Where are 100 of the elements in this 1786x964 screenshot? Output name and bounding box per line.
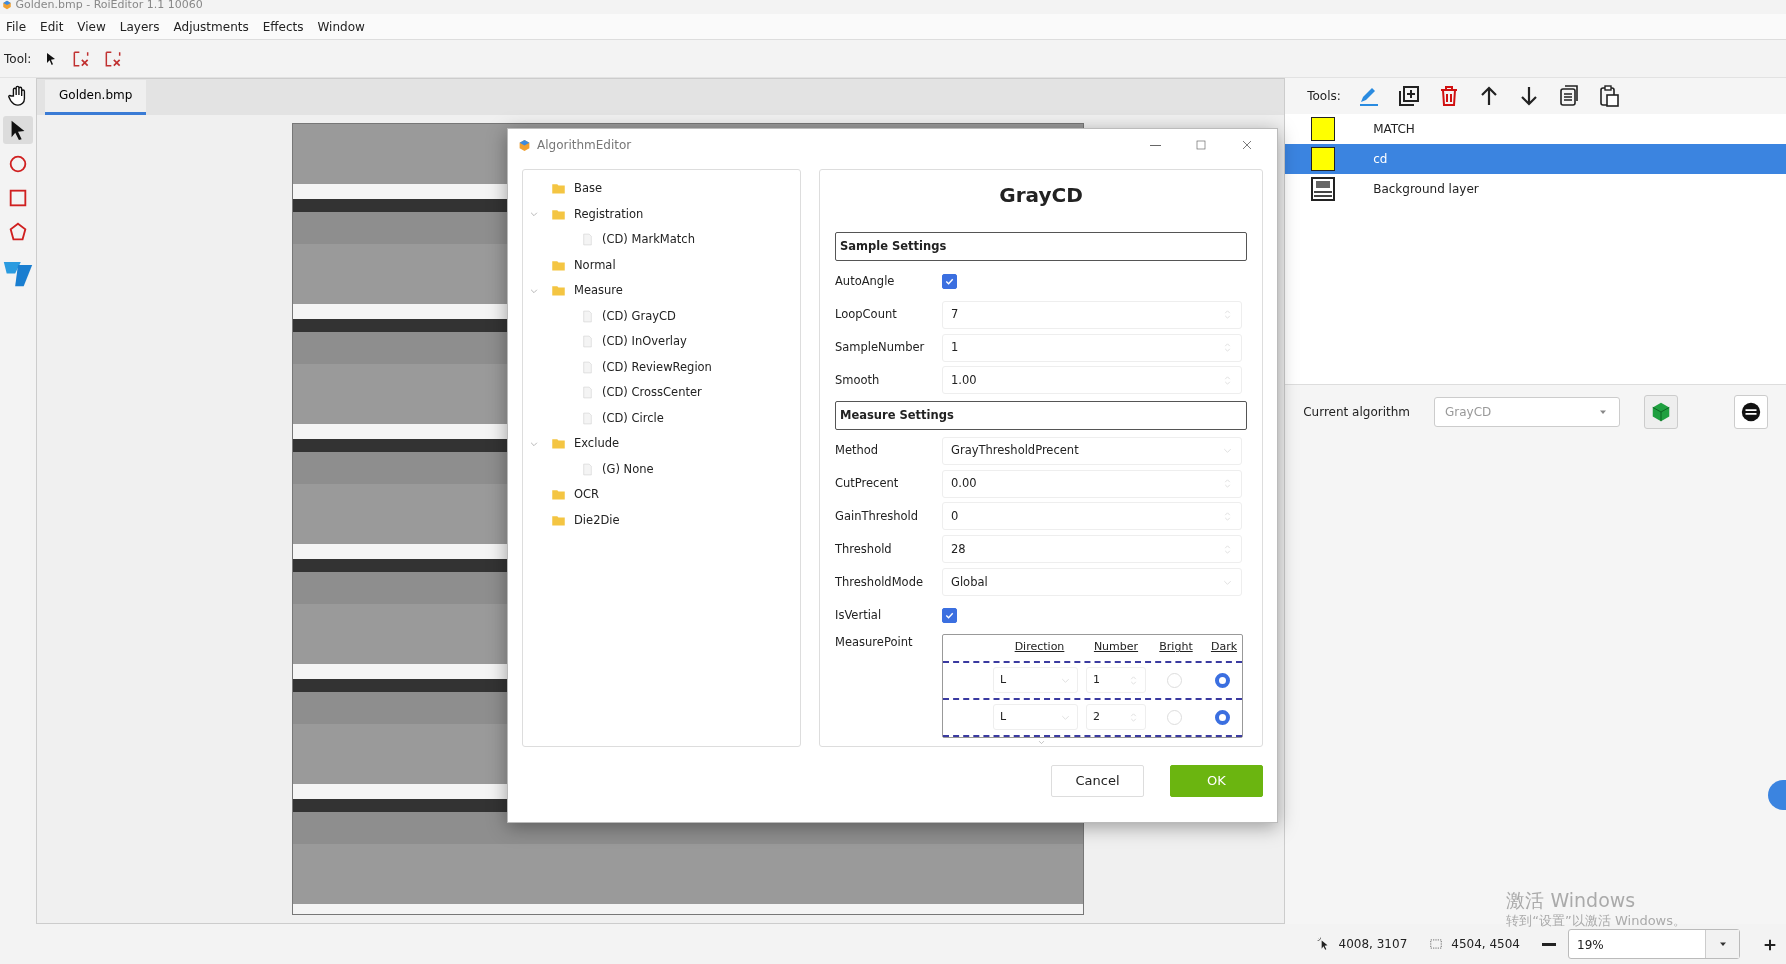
- folder-icon: [551, 181, 566, 197]
- menu-item[interactable]: View: [77, 18, 106, 35]
- layer-row[interactable]: cd: [1285, 144, 1786, 174]
- number-field[interactable]: 0: [942, 502, 1242, 531]
- file-icon: [581, 233, 594, 247]
- dropdown[interactable]: GrayThresholdPrecent: [942, 436, 1242, 465]
- folder-item[interactable]: Base: [523, 176, 800, 202]
- layer-name: Background layer: [1373, 181, 1479, 198]
- number-field[interactable]: 1.00: [942, 366, 1242, 395]
- field-label: AutoAngle: [835, 273, 896, 291]
- column-header: Number: [1092, 639, 1140, 656]
- field-label: Smooth: [835, 371, 881, 389]
- menu-item[interactable]: File: [6, 18, 27, 35]
- layer-row[interactable]: Background layer: [1285, 174, 1786, 204]
- folder-item[interactable]: OCR: [523, 482, 800, 508]
- cube-button[interactable]: [1644, 394, 1678, 429]
- direction-dropdown[interactable]: L: [993, 704, 1078, 731]
- section-header: Measure Settings: [835, 400, 1247, 431]
- field-label: SampleNumber: [835, 338, 926, 356]
- folder-item[interactable]: Die2Die: [523, 507, 800, 533]
- menu-item[interactable]: Adjustments: [173, 18, 249, 35]
- tree-item[interactable]: (CD) ReviewRegion: [523, 354, 800, 380]
- dropdown[interactable]: Global: [942, 568, 1242, 597]
- number-field[interactable]: 1: [942, 333, 1242, 362]
- selection-size: 4504, 4504: [1451, 936, 1520, 953]
- rectangle-icon: [7, 187, 29, 209]
- number-field[interactable]: 28: [942, 535, 1242, 564]
- folder-item[interactable]: Exclude: [523, 431, 800, 457]
- folder-icon: [551, 436, 566, 452]
- column-header: Bright: [1158, 639, 1194, 656]
- file-icon: [581, 360, 594, 374]
- menu-item[interactable]: Effects: [262, 18, 304, 35]
- file-icon: [581, 309, 594, 323]
- folder-item[interactable]: Measure: [523, 278, 800, 304]
- minimize-icon: [1149, 144, 1161, 146]
- folder-icon: [551, 283, 566, 299]
- number-field[interactable]: 1: [1086, 667, 1146, 694]
- direction-dropdown[interactable]: L: [993, 667, 1078, 694]
- check-icon: [944, 276, 955, 288]
- cursor-position: 4008, 3107: [1338, 936, 1408, 953]
- layer-row[interactable]: MATCH: [1285, 114, 1786, 144]
- dark-radio[interactable]: [1214, 672, 1230, 688]
- file-icon: [581, 386, 594, 400]
- number-field[interactable]: 2: [1086, 704, 1146, 731]
- minus-icon: [1542, 942, 1556, 946]
- cube-icon: [1650, 400, 1672, 423]
- file-icon: [581, 462, 594, 476]
- field-label: CutPrecent: [835, 474, 900, 492]
- field-label: LoopCount: [835, 306, 898, 323]
- os-notice-text: 转到“设置”以激活 Windows。: [1506, 913, 1686, 930]
- maximize-icon: [1193, 137, 1209, 153]
- number-field[interactable]: 7: [942, 300, 1242, 329]
- field-label: MeasurePoint: [835, 633, 914, 651]
- menu-item[interactable]: Edit: [40, 18, 64, 35]
- file-icon: [581, 335, 594, 349]
- app-icon: [2, 0, 12, 10]
- polygon-icon: [7, 221, 29, 243]
- tree-item[interactable]: (CD) CrossCenter: [523, 380, 800, 406]
- number-field[interactable]: 0.00: [942, 469, 1242, 498]
- app-icon: [518, 138, 531, 152]
- menu-item[interactable]: Window: [317, 18, 365, 35]
- folder-icon: [551, 487, 566, 503]
- zoom-dropdown[interactable]: 19%: [1568, 929, 1740, 959]
- checkbox[interactable]: [942, 274, 957, 290]
- layer-name: MATCH: [1373, 121, 1415, 138]
- tools-label: Tools:: [1307, 88, 1341, 105]
- current-algorithm-label: Current algorithm: [1303, 403, 1410, 421]
- field-label: Threshold: [835, 540, 893, 558]
- field-label: IsVertial: [835, 606, 883, 624]
- pointer-tool[interactable]: [3, 116, 33, 144]
- zoom-out-button[interactable]: [1542, 942, 1556, 946]
- file-icon: [581, 411, 594, 425]
- toolbar-label: Tool:: [4, 50, 32, 68]
- tree-item[interactable]: (CD) GrayCD: [523, 303, 800, 329]
- tree-item[interactable]: (CD) Circle: [523, 405, 800, 431]
- column-header: Direction: [1013, 639, 1066, 656]
- sliders-icon: [1740, 400, 1762, 423]
- field-label: Method: [835, 442, 880, 459]
- add-layer-icon[interactable]: [1396, 84, 1421, 108]
- cancel-button[interactable]: Cancel: [1051, 765, 1144, 797]
- tree-item[interactable]: (G) None: [523, 456, 800, 482]
- bright-radio[interactable]: [1166, 672, 1182, 688]
- section-header: Sample Settings: [835, 232, 1247, 262]
- document-tab[interactable]: Golden.bmp: [45, 80, 147, 115]
- settings-button[interactable]: [1734, 394, 1768, 429]
- column-header: Dark: [1209, 639, 1239, 656]
- tree-item[interactable]: (CD) MarkMatch: [523, 227, 800, 253]
- circle-icon: [7, 153, 29, 175]
- window-title: Golden.bmp - RoiEditor 1.1 10060: [15, 0, 203, 11]
- bright-radio[interactable]: [1166, 709, 1182, 725]
- tree-item[interactable]: (CD) InOverlay: [523, 329, 800, 355]
- menu-item[interactable]: Layers: [119, 18, 160, 35]
- field-label: ThresholdMode: [835, 573, 924, 591]
- form-title: GrayCD: [998, 182, 1084, 209]
- os-notice-title: 激活 Windows: [1506, 888, 1637, 914]
- folder-item[interactable]: Registration: [523, 201, 800, 227]
- dark-radio[interactable]: [1214, 709, 1230, 725]
- checkbox[interactable]: [942, 607, 957, 623]
- selection-size-icon: [1429, 937, 1444, 951]
- folder-item[interactable]: Normal: [523, 252, 800, 278]
